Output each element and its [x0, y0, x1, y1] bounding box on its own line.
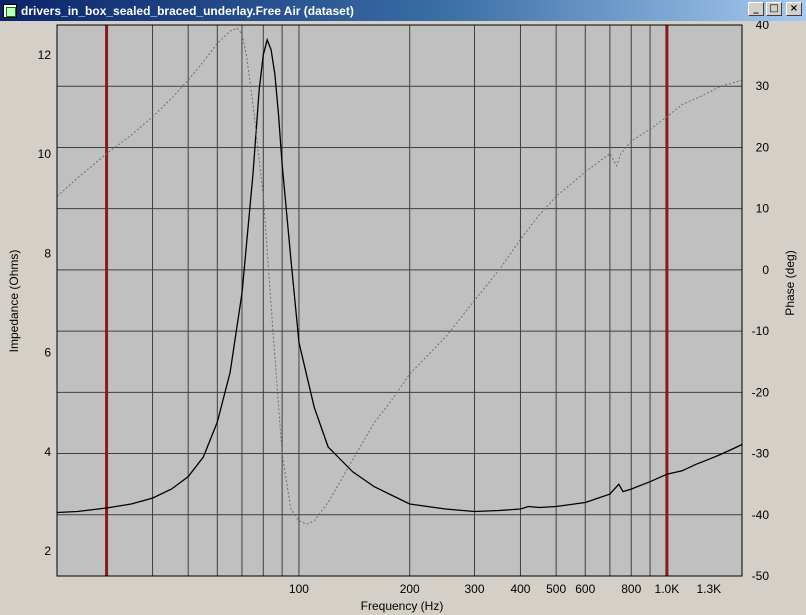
frequency-marker-line[interactable] — [665, 25, 669, 576]
y2-tick-label: -50 — [752, 569, 770, 583]
y2-tick-label: 40 — [756, 21, 770, 32]
y-tick-label: 10 — [38, 147, 52, 161]
y-tick-label: 8 — [44, 246, 51, 260]
x-tick-labels: 100 200 300 400 500 600 800 1.0K 1.3K — [289, 582, 721, 596]
impedance-phase-chart: 100 200 300 400 500 600 800 1.0K 1.3K 24681012 -… — [7, 21, 797, 613]
x-tick-label: 200 — [400, 582, 420, 596]
x-tick-label: 1.0K — [655, 582, 680, 596]
window-title: drivers_in_box_sealed_braced_underlay.Fr… — [21, 3, 354, 18]
plot-area — [57, 25, 742, 576]
y2-tick-label: 30 — [756, 79, 770, 93]
y2-tick-labels: -50 -40 -30 -20 -10 0 10 20 30 40 — [752, 21, 770, 583]
y2-tick-label: 20 — [756, 140, 770, 154]
y2-tick-label: -30 — [752, 447, 770, 461]
x-tick-label: 400 — [510, 582, 530, 596]
window-controls: _ □ × — [748, 2, 802, 16]
x-tick-label: 100 — [289, 582, 309, 596]
y-tick-labels: 2 4 6 8 10 12 — [38, 48, 52, 558]
y-tick-label: 4 — [44, 445, 51, 459]
y-tick-label: 6 — [44, 346, 51, 360]
x-tick-label: 1.3K — [696, 582, 721, 596]
y2-tick-label: -20 — [752, 385, 770, 399]
x-tick-label: 800 — [621, 582, 641, 596]
frequency-marker-line[interactable] — [105, 25, 109, 576]
x-tick-label: 300 — [464, 582, 484, 596]
y-axis-label: Impedance (Ohms) — [7, 250, 21, 353]
y2-tick-label: 10 — [756, 202, 770, 216]
minimize-button[interactable]: _ — [748, 2, 764, 16]
title-bar[interactable]: drivers_in_box_sealed_braced_underlay.Fr… — [0, 0, 806, 21]
x-tick-label: 600 — [575, 582, 595, 596]
app-icon — [3, 3, 17, 18]
y2-tick-label: 0 — [762, 263, 769, 277]
y2-axis-label: Phase (deg) — [783, 250, 797, 315]
y2-tick-label: -10 — [752, 324, 770, 338]
y2-tick-label: -40 — [752, 508, 770, 522]
close-button[interactable]: × — [786, 2, 802, 16]
maximize-button[interactable]: □ — [766, 2, 782, 16]
y-tick-label: 12 — [38, 48, 52, 62]
x-tick-label: 500 — [546, 582, 566, 596]
x-axis-label: Frequency (Hz) — [361, 599, 444, 613]
y-tick-label: 2 — [44, 544, 51, 558]
